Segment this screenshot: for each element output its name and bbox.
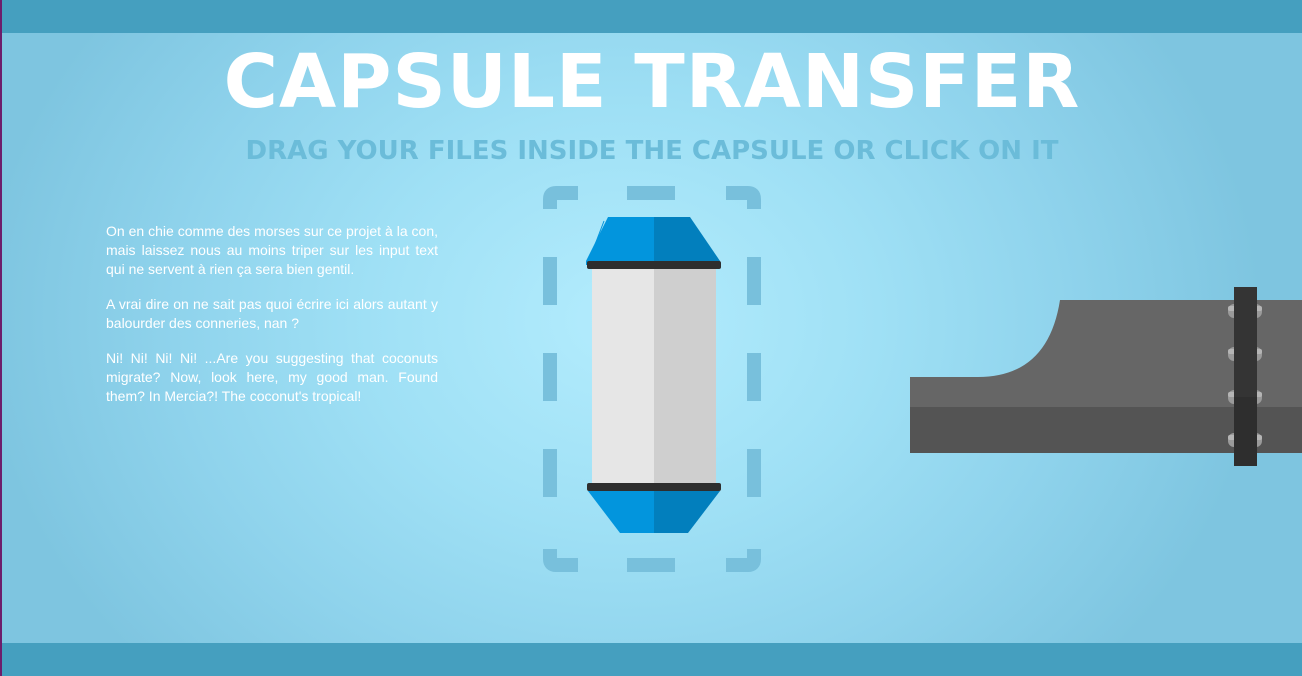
description-paragraph-1: On en chie comme des morses sur ce proje… [106, 223, 438, 277]
pneumatic-tube-pipe [908, 285, 1302, 475]
capsule-icon[interactable] [584, 217, 724, 537]
description-paragraph-3: Ni! Ni! Ni! Ni! ...Are you suggesting th… [106, 350, 438, 404]
capsule-dropzone[interactable] [540, 183, 764, 580]
capsule-transfer-page: CAPSULE TRANSFER DRAG YOUR FILES INSIDE … [2, 0, 1302, 676]
page-title: CAPSULE TRANSFER [223, 39, 1081, 125]
description-paragraph-2: A vrai dire on ne sait pas quoi écrire i… [106, 296, 438, 331]
bottom-bar [2, 643, 1302, 676]
top-bar [2, 0, 1302, 33]
page-subtitle: DRAG YOUR FILES INSIDE THE CAPSULE OR CL… [245, 136, 1059, 166]
description-text: On en chie comme des morses sur ce proje… [106, 222, 438, 422]
